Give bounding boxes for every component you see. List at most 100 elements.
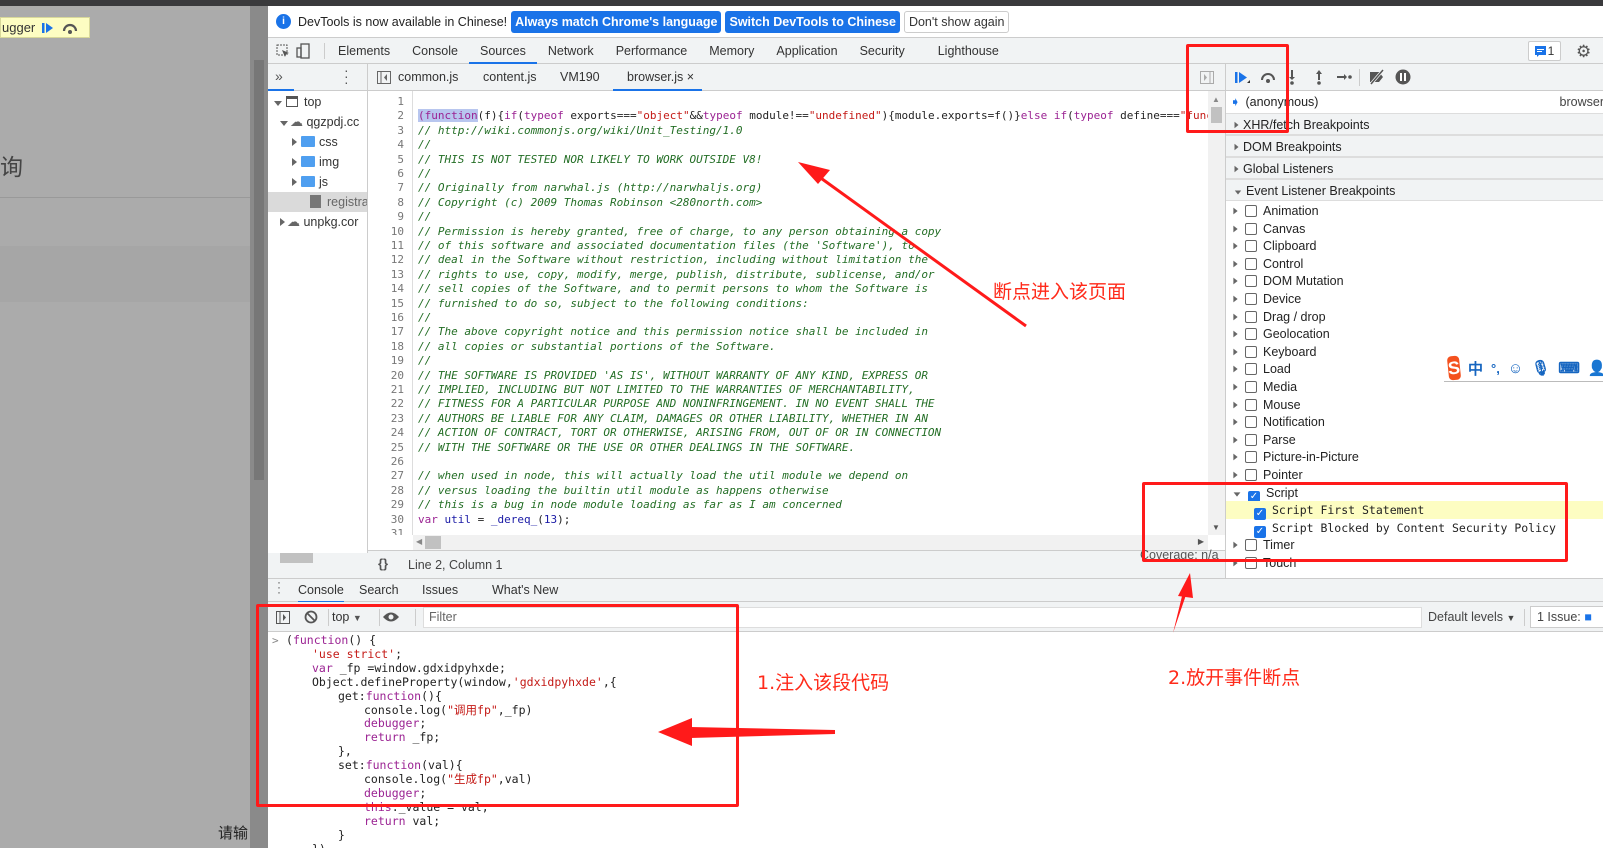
user-icon[interactable]: 👤 [1588,359,1603,377]
file-tab-browser-js[interactable]: browser.js × [613,64,703,91]
drawer-tab-issues[interactable]: Issues [422,583,458,597]
line-number[interactable]: 13 [368,268,404,282]
ime-mode-icon[interactable]: 中 [1468,358,1483,379]
event-breakpoint-item[interactable]: Animation [1226,202,1603,220]
tab-sources[interactable]: Sources [468,38,537,64]
pause-on-exceptions-icon[interactable] [1395,69,1411,85]
checkbox[interactable] [1245,433,1257,446]
tree-item-domain[interactable]: ☁ unpkg.cor [280,212,358,232]
event-breakpoint-item[interactable]: Device [1226,290,1603,308]
tab-performance[interactable]: Performance [605,38,699,64]
checkbox[interactable] [1245,257,1257,270]
tree-item-js[interactable]: js [292,172,328,192]
checkbox[interactable] [1245,328,1257,341]
event-breakpoint-item[interactable]: Drag / drop [1226,308,1603,326]
scroll-thumb[interactable] [280,553,313,563]
tree-item-file[interactable]: registra [268,192,367,212]
checkbox[interactable] [1245,275,1257,288]
line-number[interactable]: 24 [368,426,404,440]
dont-show-again-button[interactable]: Don't show again [903,10,1010,33]
editor-vscrollbar[interactable]: ▲ ▼ [1208,91,1225,535]
line-number[interactable]: 14 [368,282,404,296]
tab-lighthouse[interactable]: Lighthouse [916,38,1010,64]
event-breakpoint-item[interactable]: Canvas [1226,220,1603,238]
step-icon[interactable] [1336,71,1352,83]
pretty-print-icon[interactable]: {} [378,556,388,571]
line-number[interactable]: 31 [368,527,404,535]
event-breakpoint-item[interactable]: Parse [1226,431,1603,449]
tree-item-img[interactable]: img [292,152,339,172]
event-breakpoint-item[interactable]: Clipboard [1226,237,1603,255]
device-toolbar-icon[interactable] [296,42,310,59]
line-number[interactable]: 29 [368,498,404,512]
line-number[interactable]: 22 [368,397,404,411]
event-breakpoint-item[interactable]: Notification [1226,413,1603,431]
navigator-hscrollbar[interactable] [268,553,368,578]
tree-item-css[interactable]: css [292,132,338,152]
checkbox[interactable] [1245,398,1257,411]
line-number[interactable]: 26 [368,455,404,469]
line-number[interactable]: 6 [368,167,404,181]
file-tab-common-js[interactable]: common.js [398,64,458,91]
checkbox[interactable] [1245,205,1257,217]
file-tab-vm190[interactable]: VM190 [560,64,600,91]
microphone-icon[interactable]: 🎙 [1531,359,1550,377]
settings-gear-icon[interactable]: ⚙ [1576,42,1591,62]
event-breakpoint-item[interactable]: Geolocation [1226,325,1603,343]
ime-punctuation-icon[interactable]: °, [1491,361,1500,376]
toggle-navigator-icon[interactable] [377,71,391,84]
issues-badge[interactable]: 1 [1528,41,1561,61]
line-number[interactable]: 19 [368,354,404,368]
line-number[interactable]: 3 [368,124,404,138]
tab-elements[interactable]: Elements [327,38,401,64]
checkbox[interactable] [1245,416,1257,429]
line-number[interactable]: 2 [368,109,404,123]
drawer-menu-icon[interactable]: · · · [277,576,281,598]
line-number[interactable]: 16 [368,311,404,325]
checkbox[interactable] [1245,345,1257,358]
event-breakpoint-item[interactable]: Picture-in-Picture [1226,448,1603,466]
more-tabs-icon[interactable]: » [275,68,283,84]
event-breakpoint-item[interactable]: Control [1226,255,1603,273]
line-number[interactable]: 10 [368,225,404,239]
checkbox[interactable] [1245,469,1257,481]
drawer-tab-whats-new[interactable]: What's New [492,583,558,597]
line-number[interactable]: 4 [368,138,404,152]
tab-application[interactable]: Application [765,38,848,64]
line-number[interactable]: 21 [368,383,404,397]
line-number[interactable]: 25 [368,441,404,455]
line-number[interactable]: 23 [368,412,404,426]
switch-to-chinese-button[interactable]: Switch DevTools to Chinese [725,10,900,33]
tab-security[interactable]: Security [849,38,916,64]
log-levels-dropdown[interactable]: Default levels ▼ [1428,610,1515,624]
code-editor[interactable]: 1 2 (function(f){if(typeof exports==="obje… [368,91,1208,535]
line-number[interactable]: 11 [368,239,404,253]
resume-icon[interactable] [41,21,55,35]
scroll-left-icon[interactable]: ◀ [416,537,422,546]
line-number[interactable]: 7 [368,181,404,195]
line-number[interactable]: 1 [368,95,404,109]
line-number[interactable]: 15 [368,297,404,311]
line-number[interactable]: 30 [368,513,404,527]
line-number[interactable]: 18 [368,340,404,354]
checkbox[interactable] [1245,222,1257,235]
keyboard-icon[interactable]: ⌨ [1558,359,1580,377]
line-number[interactable]: 8 [368,196,404,210]
line-number[interactable]: 12 [368,253,404,267]
section-header[interactable]: Global Listeners [1226,157,1603,179]
line-number[interactable]: 5 [368,153,404,167]
inspect-element-icon[interactable] [276,44,290,58]
scroll-thumb[interactable] [425,536,441,549]
checkbox[interactable] [1245,381,1257,393]
section-header[interactable]: DOM Breakpoints [1226,135,1603,157]
line-number[interactable]: 27 [368,469,404,483]
checkbox[interactable] [1245,240,1257,253]
event-breakpoint-item[interactable]: DOM Mutation [1226,272,1603,290]
tab-network[interactable]: Network [537,38,605,64]
editor-hscrollbar[interactable]: ◀ ▶ [413,535,1208,550]
checkbox[interactable] [1245,363,1257,376]
step-out-icon[interactable] [1314,69,1324,85]
deactivate-breakpoints-icon[interactable] [1368,69,1386,85]
issues-button[interactable]: 1 Issue: ■ [1530,606,1603,628]
checkbox[interactable] [1245,451,1257,464]
